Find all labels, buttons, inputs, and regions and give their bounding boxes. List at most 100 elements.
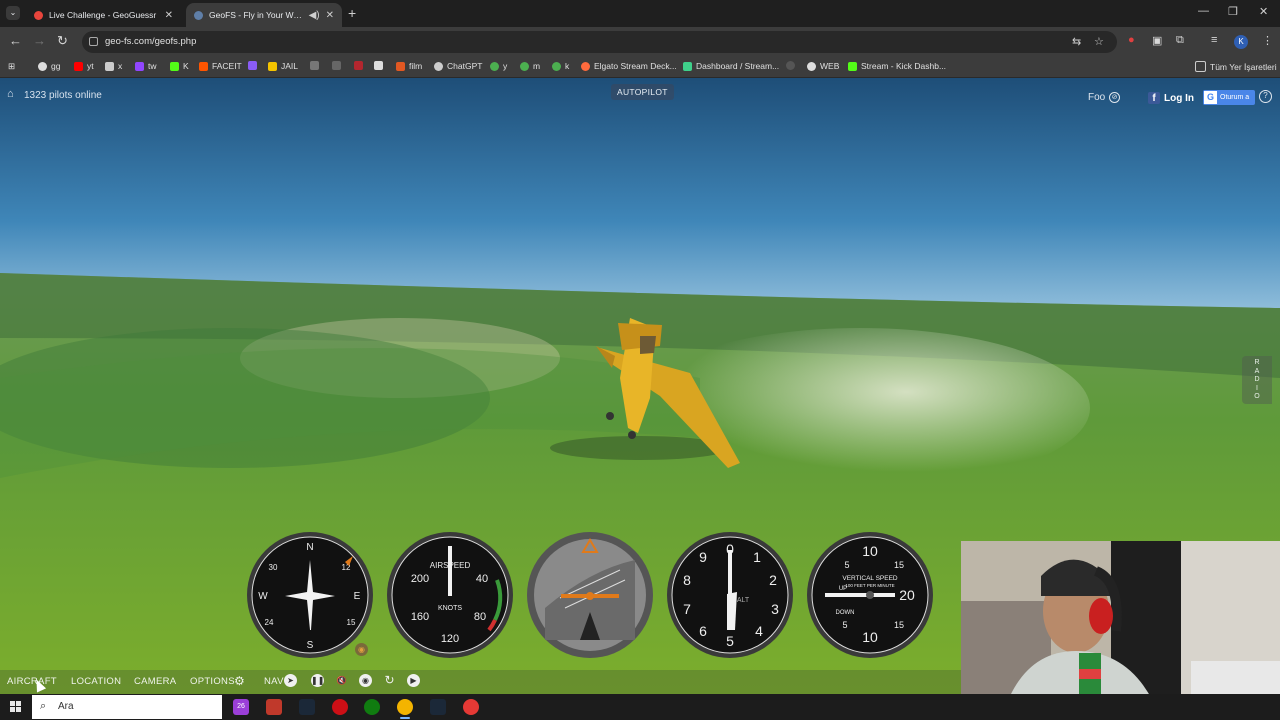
- bookmark-item[interactable]: yt: [74, 61, 94, 71]
- bookmark-item[interactable]: gg: [38, 61, 60, 71]
- facebook-icon: f: [1148, 92, 1160, 104]
- bookmark-item[interactable]: [248, 61, 257, 70]
- app-purple-icon[interactable]: 26: [233, 699, 249, 715]
- steam-icon[interactable]: [430, 699, 446, 715]
- steam-icon[interactable]: [299, 699, 315, 715]
- mute-icon[interactable]: 🔇: [335, 674, 348, 687]
- bookmark-item[interactable]: k: [552, 61, 569, 71]
- airspeed-label: 80: [474, 611, 486, 623]
- xbox-icon[interactable]: [364, 699, 380, 715]
- apps-grid-icon[interactable]: ⊞: [8, 61, 15, 72]
- extension-red-icon[interactable]: ●: [1128, 34, 1135, 46]
- camera-menu-button[interactable]: CAMERA: [134, 676, 176, 687]
- windows-start-icon[interactable]: [10, 701, 21, 712]
- facebook-login-button[interactable]: f Log In: [1145, 90, 1200, 106]
- bookmark-item[interactable]: [354, 61, 363, 70]
- options-menu-button[interactable]: OPTIONS: [190, 676, 235, 687]
- restore-icon[interactable]: ❐: [1228, 5, 1238, 18]
- new-tab-icon[interactable]: +: [348, 5, 356, 21]
- bookmark-favicon-icon: [248, 61, 257, 70]
- nav-menu-button[interactable]: NAV: [264, 676, 284, 687]
- foo-label[interactable]: Foo: [1088, 92, 1105, 103]
- bookmark-item[interactable]: [786, 61, 795, 70]
- bookmark-item[interactable]: Dashboard / Stream...: [683, 61, 779, 71]
- menu-kebab-icon[interactable]: ⋮: [1262, 34, 1273, 47]
- bookmark-item[interactable]: WEB: [807, 61, 839, 71]
- tab-geoguessr[interactable]: Live Challenge - GeoGuessr ✕: [26, 3, 181, 27]
- media-control-icon[interactable]: ≡: [1211, 34, 1217, 46]
- vsi-label: 5: [842, 620, 847, 630]
- kick-icon: [848, 61, 857, 71]
- bookmark-item[interactable]: K: [170, 61, 189, 71]
- bookmark-item[interactable]: m: [520, 61, 540, 71]
- extension-icon[interactable]: ▣: [1152, 34, 1162, 47]
- back-icon[interactable]: ←: [9, 34, 22, 48]
- opera-icon[interactable]: [332, 699, 348, 715]
- bookmark-item[interactable]: y: [490, 61, 507, 71]
- altimeter-label: 8: [683, 572, 691, 588]
- altimeter-label: 4: [755, 623, 763, 639]
- profile-avatar[interactable]: K: [1234, 35, 1248, 49]
- tab-search-icon[interactable]: ⌄: [6, 6, 20, 20]
- heading-indicator: N E S W 12 15 30 24: [247, 532, 373, 658]
- help-icon[interactable]: ?: [1259, 90, 1272, 103]
- bookmark-item[interactable]: [332, 61, 341, 70]
- compass-icon[interactable]: ➤: [284, 674, 297, 687]
- bookmark-item[interactable]: ChatGPT: [434, 61, 482, 71]
- radio-letter: O: [1254, 393, 1260, 400]
- bookmark-item[interactable]: x: [105, 61, 122, 71]
- altimeter-label: 5: [726, 633, 734, 649]
- url-text: geo-fs.com/geofs.php: [105, 36, 197, 47]
- close-window-icon[interactable]: ✕: [1259, 5, 1268, 18]
- bookmark-item[interactable]: Elgato Stream Deck...: [581, 61, 677, 71]
- bookmark-item[interactable]: film: [396, 61, 422, 71]
- translate-icon[interactable]: ⇆: [1072, 35, 1081, 48]
- trim-knob-icon[interactable]: ◉: [355, 643, 368, 656]
- radio-panel-tab[interactable]: R A D I O: [1242, 356, 1272, 404]
- gear-icon[interactable]: ⚙: [234, 674, 245, 688]
- heading-label: E: [354, 591, 361, 602]
- forward-icon[interactable]: →: [33, 34, 46, 48]
- eye-icon[interactable]: ◉: [359, 674, 372, 687]
- address-bar[interactable]: geo-fs.com/geofs.php ⇆ ☆: [82, 31, 1117, 53]
- extensions-puzzle-icon[interactable]: ⧉: [1176, 34, 1184, 47]
- search-placeholder: Ara: [58, 701, 74, 712]
- foo-toggle-icon[interactable]: ⊘: [1109, 92, 1120, 103]
- radio-letter: A: [1254, 367, 1260, 375]
- reset-icon[interactable]: ↻: [383, 674, 396, 687]
- tab-title: Live Challenge - GeoGuessr: [49, 10, 157, 20]
- vsi-down: DOWN: [836, 610, 855, 616]
- bookmark-favicon-icon: [552, 61, 561, 71]
- bookmark-item[interactable]: Stream - Kick Dashb...: [848, 61, 946, 71]
- reload-icon[interactable]: ↻: [57, 34, 68, 48]
- google-signin-button[interactable]: G Oturum a: [1203, 90, 1255, 105]
- tab-geofs[interactable]: GeoFS - Fly in Your Web Br... ◀) ✕: [186, 3, 342, 27]
- app-news-icon[interactable]: [266, 699, 282, 715]
- home-icon[interactable]: ⌂: [7, 88, 14, 100]
- bookmark-item[interactable]: [310, 61, 319, 70]
- bookmark-item[interactable]: JAIL: [268, 61, 298, 71]
- bookmark-item[interactable]: FACEIT: [199, 61, 242, 71]
- autopilot-button[interactable]: AUTOPILOT: [611, 84, 674, 100]
- all-bookmarks[interactable]: Tüm Yer İşaretleri: [1195, 61, 1277, 72]
- bookmark-item[interactable]: [374, 61, 383, 70]
- location-menu-button[interactable]: LOCATION: [71, 676, 121, 687]
- pilots-online: 1323 pilots online: [24, 90, 102, 101]
- altimeter-label: 7: [683, 601, 691, 617]
- close-tab-icon[interactable]: ✕: [165, 10, 173, 21]
- airspeed-label: 200: [411, 573, 429, 585]
- taskbar-search-box[interactable]: ⌕ Ara: [32, 695, 222, 719]
- play-icon[interactable]: ▶: [407, 674, 420, 687]
- radio-letter: D: [1254, 376, 1260, 383]
- altimeter-label: 6: [699, 623, 707, 639]
- minimize-icon[interactable]: —: [1198, 5, 1209, 17]
- bookmark-item[interactable]: tw: [135, 61, 157, 71]
- speaker-icon[interactable]: ◀): [309, 10, 320, 21]
- game-app-icon[interactable]: [463, 699, 479, 715]
- site-info-icon[interactable]: [89, 37, 98, 46]
- pause-icon[interactable]: ❚❚: [311, 674, 324, 687]
- globe-icon: [807, 61, 816, 71]
- close-tab-icon[interactable]: ✕: [326, 10, 334, 21]
- chrome-icon[interactable]: [397, 699, 413, 719]
- bookmark-star-icon[interactable]: ☆: [1094, 35, 1104, 48]
